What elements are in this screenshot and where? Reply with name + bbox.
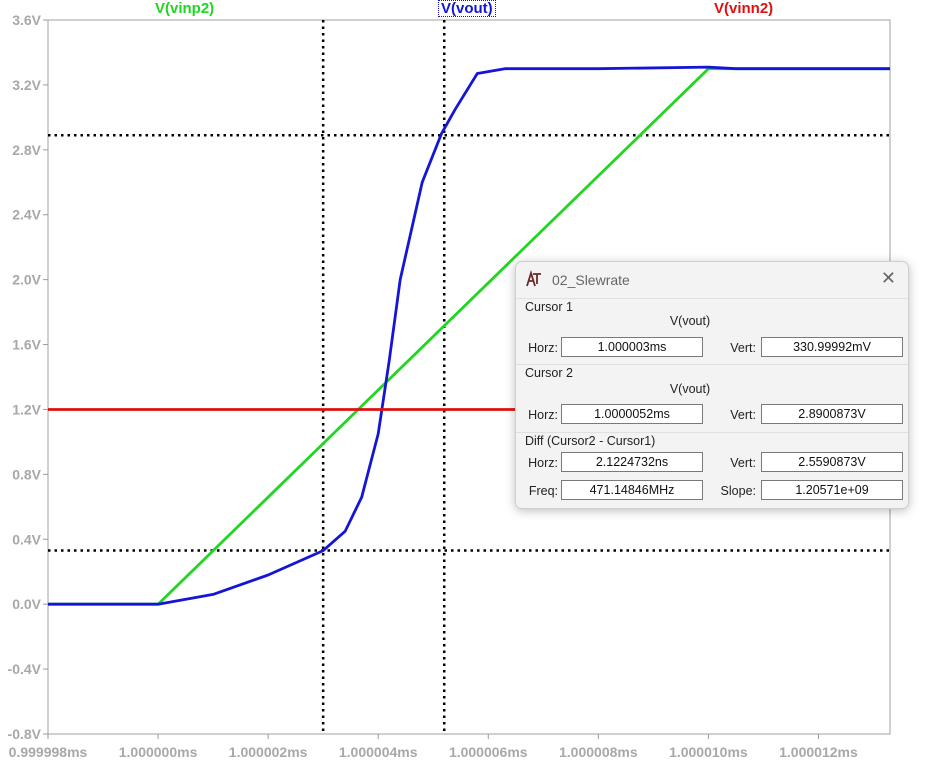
- cursor2-horz-field[interactable]: 1.0000052ms: [561, 404, 703, 424]
- x-tick-label: 1.000004ms: [339, 744, 418, 760]
- y-tick-label: 0.4V: [12, 531, 41, 547]
- diff-section-label: Diff (Cursor2 - Cursor1): [525, 434, 656, 448]
- divider: [516, 298, 908, 299]
- x-tick-label: 1.000006ms: [449, 744, 528, 760]
- trace-label-vinp2[interactable]: V(vinp2): [155, 0, 214, 17]
- cursor1-section-label: Cursor 1: [525, 300, 573, 314]
- y-tick-label: 1.6V: [12, 337, 41, 353]
- cursor1-signal: V(vout): [669, 314, 711, 328]
- y-axis: 3.6V 3.2V 2.8V 2.4V 2.0V 1.6V 1.2V 0.8V 0.4V 0.0V…: [8, 12, 48, 742]
- y-tick-label: 0.0V: [12, 596, 41, 612]
- x-axis: 0.999998ms 1.000000ms 1.000002ms 1.000004ms…: [9, 734, 858, 760]
- y-tick-label: 2.8V: [12, 142, 41, 158]
- cursor1-vert-field[interactable]: 330.99992mV: [761, 337, 903, 357]
- cursor-dialog: 02_Slewrate ✕ Cursor 1 V(vout) Horz: 1.0…: [515, 261, 909, 509]
- y-tick-label: 2.4V: [12, 207, 41, 223]
- diff-vert-field[interactable]: 2.5590873V: [761, 452, 903, 472]
- x-tick-label: 1.000010ms: [669, 744, 748, 760]
- y-tick-label: -0.4V: [8, 661, 42, 677]
- close-icon[interactable]: ✕: [881, 269, 896, 287]
- ltspice-app-icon: [526, 270, 541, 287]
- y-tick-label: 2.0V: [12, 272, 41, 288]
- y-tick-label: 0.8V: [12, 466, 41, 482]
- trace-label-vout[interactable]: V(vout): [438, 0, 496, 17]
- diff-freq-label: Freq:: [528, 484, 558, 498]
- cursor2-signal: V(vout): [669, 382, 711, 396]
- x-tick-label: 1.000002ms: [229, 744, 308, 760]
- cursor1-vert-label: Vert:: [730, 341, 756, 355]
- x-tick-label: 1.000008ms: [559, 744, 638, 760]
- cursor2-horz-label: Horz:: [528, 408, 558, 422]
- cursor1-horz-label: Horz:: [528, 341, 558, 355]
- cursor2-section-label: Cursor 2: [525, 366, 573, 380]
- trace-label-vinn2[interactable]: V(vinn2): [714, 0, 773, 17]
- dialog-title: 02_Slewrate: [552, 272, 630, 288]
- x-tick-label: 1.000000ms: [119, 744, 198, 760]
- cursor2-vert-label: Vert:: [730, 408, 756, 422]
- y-tick-label: 3.6V: [12, 12, 41, 28]
- divider: [516, 364, 908, 365]
- x-tick-label: 0.999998ms: [9, 744, 88, 760]
- diff-freq-field[interactable]: 471.14846MHz: [561, 480, 703, 500]
- diff-slope-label: Slope:: [720, 484, 756, 498]
- diff-horz-label: Horz:: [528, 456, 558, 470]
- divider: [516, 432, 908, 433]
- diff-vert-label: Vert:: [730, 456, 756, 470]
- diff-horz-field[interactable]: 2.1224732ns: [561, 452, 703, 472]
- cursor2-vert-field[interactable]: 2.8900873V: [761, 404, 903, 424]
- x-tick-label: 1.000012ms: [779, 744, 858, 760]
- y-tick-label: 1.2V: [12, 401, 41, 417]
- diff-slope-field[interactable]: 1.20571e+09: [761, 480, 903, 500]
- y-tick-label: 3.2V: [12, 77, 41, 93]
- cursor1-horz-field[interactable]: 1.000003ms: [561, 337, 703, 357]
- y-tick-label: -0.8V: [8, 726, 42, 742]
